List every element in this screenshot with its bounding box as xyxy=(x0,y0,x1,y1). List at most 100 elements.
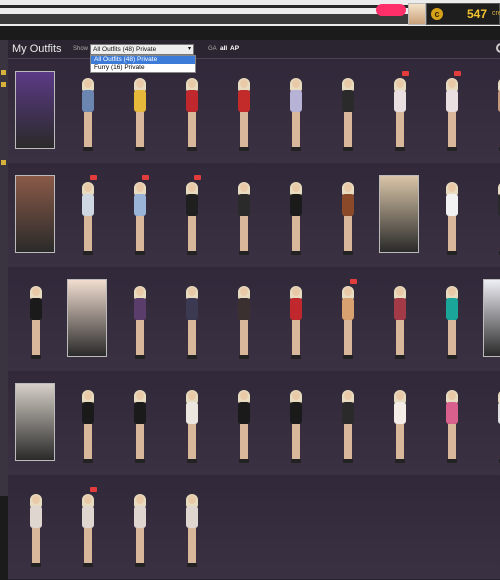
outfit-card[interactable] xyxy=(10,163,62,267)
avatar-figure xyxy=(289,286,303,361)
outfit-card[interactable] xyxy=(374,371,426,475)
ga-label: GA xyxy=(208,46,217,52)
outfit-row xyxy=(8,59,500,164)
outfit-card[interactable] xyxy=(62,371,114,475)
filter-all-link[interactable]: all xyxy=(220,45,227,52)
outfit-card[interactable] xyxy=(426,163,478,267)
avatar-figure xyxy=(185,286,199,361)
outfit-card[interactable] xyxy=(426,267,478,371)
outfit-card[interactable] xyxy=(218,163,270,267)
avatar-figure xyxy=(81,78,95,153)
top-strip xyxy=(0,5,420,8)
avatar-figure xyxy=(133,390,147,465)
outfit-filter-select[interactable]: All Outfits (48) Private ▾ xyxy=(90,44,194,55)
outfit-card[interactable] xyxy=(62,267,114,371)
top-strip-dark xyxy=(0,14,410,24)
outfit-card[interactable] xyxy=(114,371,166,475)
avatar-figure xyxy=(29,286,43,361)
avatar-figure xyxy=(289,182,303,257)
outfit-card[interactable] xyxy=(478,267,500,371)
outfit-card[interactable] xyxy=(218,267,270,371)
credits-count: 547 xyxy=(467,7,488,21)
outfit-thumbnail xyxy=(15,175,55,253)
outfit-card[interactable] xyxy=(374,163,426,267)
rail-marker[interactable] xyxy=(1,70,6,75)
outfit-card[interactable] xyxy=(10,371,62,475)
outfit-card[interactable] xyxy=(478,163,500,267)
outfit-card[interactable] xyxy=(374,59,426,163)
user-avatar[interactable] xyxy=(408,3,426,25)
outfit-card[interactable] xyxy=(62,59,114,163)
outfit-card[interactable] xyxy=(322,267,374,371)
outfit-filter-dropdown[interactable]: All Outfits (48) Private Furry (16) Priv… xyxy=(90,55,196,73)
filter-ap-link[interactable]: AP xyxy=(230,45,239,52)
outfit-card[interactable] xyxy=(374,267,426,371)
avatar-figure xyxy=(185,390,199,465)
ap-badge xyxy=(402,71,409,76)
outfit-thumbnail xyxy=(15,383,55,461)
credits-box[interactable]: c 547 credi xyxy=(426,3,500,25)
outfit-card[interactable] xyxy=(166,59,218,163)
select-value: All Outfits (48) Private xyxy=(93,46,157,53)
avatar-figure xyxy=(341,78,355,153)
avatar-figure xyxy=(289,78,303,153)
outfit-card[interactable] xyxy=(10,267,62,371)
avatar-figure xyxy=(237,78,251,153)
outfit-card[interactable] xyxy=(322,371,374,475)
avatar-figure xyxy=(237,182,251,257)
outfit-card[interactable] xyxy=(270,59,322,163)
avatar-figure xyxy=(445,78,459,153)
show-label: Show xyxy=(73,46,89,52)
outfit-card[interactable] xyxy=(166,163,218,267)
outfit-card[interactable] xyxy=(62,475,114,579)
outfit-card[interactable] xyxy=(166,475,218,579)
avatar-figure xyxy=(445,182,459,257)
outfit-card[interactable] xyxy=(218,59,270,163)
outfit-card[interactable] xyxy=(218,371,270,475)
outfit-card[interactable] xyxy=(270,163,322,267)
outfit-card[interactable] xyxy=(114,163,166,267)
outfit-card[interactable] xyxy=(322,59,374,163)
outfit-card[interactable] xyxy=(166,267,218,371)
outfit-row xyxy=(8,475,500,580)
avatar-figure xyxy=(81,182,95,257)
notification-pill[interactable] xyxy=(376,4,406,16)
avatar-figure xyxy=(445,390,459,465)
avatar-figure xyxy=(81,494,95,569)
top-bar: c 547 credi xyxy=(0,0,500,26)
outfit-row xyxy=(8,267,500,372)
dropdown-option[interactable]: All Outfits (48) Private xyxy=(91,56,195,64)
outfit-card[interactable] xyxy=(478,371,500,475)
outfit-card[interactable] xyxy=(10,475,62,579)
outfit-card[interactable] xyxy=(270,267,322,371)
outfit-thumbnail xyxy=(15,71,55,149)
avatar-figure xyxy=(133,182,147,257)
ap-badge xyxy=(454,71,461,76)
outfit-row xyxy=(8,163,500,268)
outfit-row xyxy=(8,371,500,476)
avatar-figure xyxy=(185,182,199,257)
credits-label: credi xyxy=(492,10,500,17)
rail-marker[interactable] xyxy=(1,82,6,87)
panel-title: My Outfits xyxy=(12,43,62,55)
ap-badge xyxy=(90,175,97,180)
chevron-down-icon: ▾ xyxy=(187,46,191,52)
outfit-card[interactable] xyxy=(426,371,478,475)
avatar-figure xyxy=(393,390,407,465)
dropdown-option[interactable]: Furry (16) Private xyxy=(91,64,195,72)
rail-marker[interactable] xyxy=(1,160,6,165)
outfit-card[interactable] xyxy=(270,371,322,475)
outfit-card[interactable] xyxy=(322,163,374,267)
avatar-figure xyxy=(29,494,43,569)
outfit-card[interactable] xyxy=(62,163,114,267)
coin-icon: c xyxy=(431,8,443,20)
outfit-card[interactable] xyxy=(166,371,218,475)
outfit-card[interactable] xyxy=(426,59,478,163)
outfit-card[interactable] xyxy=(114,267,166,371)
outfit-card[interactable] xyxy=(478,59,500,163)
outfit-card[interactable] xyxy=(114,59,166,163)
outfit-card[interactable] xyxy=(10,59,62,163)
avatar-figure xyxy=(133,286,147,361)
outfit-card[interactable] xyxy=(114,475,166,579)
gear-icon[interactable] xyxy=(496,43,500,53)
